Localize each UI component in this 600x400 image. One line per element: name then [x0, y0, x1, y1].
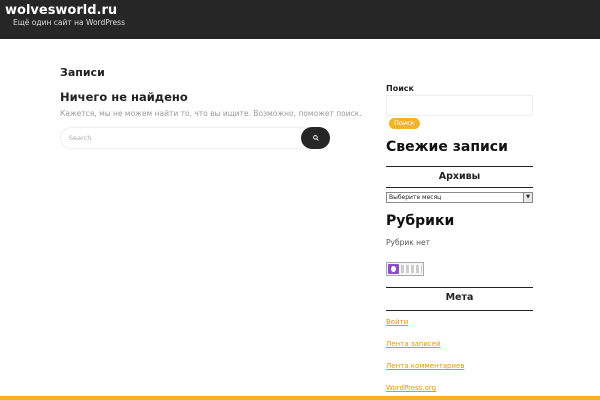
sidebar-search-label: Поиск [386, 84, 414, 93]
main-search-form [60, 127, 330, 149]
sidebar-search-button[interactable]: Поиск [389, 118, 420, 129]
not-found-title: Ничего не найдено [60, 90, 188, 104]
sidebar-search-input[interactable] [386, 95, 533, 116]
categories-title: Рубрики [386, 213, 455, 229]
search-icon [312, 135, 319, 141]
meta-link-login[interactable]: Войти [386, 318, 408, 326]
main-search-button[interactable] [301, 127, 330, 149]
archives-title: Архивы [438, 171, 481, 182]
divider [386, 187, 533, 188]
counter-bars [401, 265, 422, 273]
meta-link-wordpress-org[interactable]: WordPress.org [386, 384, 436, 392]
page-title: Записи [60, 66, 105, 79]
meta-link-comments-feed[interactable]: Лента комментариев [386, 362, 465, 370]
meta-title: Мета [445, 292, 474, 303]
divider [386, 166, 533, 167]
counter-logo-icon [388, 264, 399, 274]
meta-link-entries-feed[interactable]: Лента записей [386, 340, 441, 348]
footer-accent-bar [0, 396, 600, 400]
divider [386, 287, 533, 288]
not-found-text: Кажется, мы не можем найти то, что вы ищ… [60, 109, 362, 118]
archives-dropdown[interactable]: Выберите месяц ▼ [386, 192, 533, 203]
categories-empty-text: Рубрик нет [386, 238, 431, 247]
recent-posts-title: Свежие записи [386, 139, 508, 155]
divider [386, 310, 533, 311]
site-header: wolvesworld.ru Ещё один сайт на WordPres… [0, 0, 600, 39]
site-description: Ещё один сайт на WordPress [13, 18, 125, 27]
archives-dropdown-value: Выберите месяц [389, 194, 442, 201]
site-title[interactable]: wolvesworld.ru [5, 3, 117, 18]
main-search-input[interactable] [67, 131, 301, 145]
chevron-down-icon: ▼ [523, 193, 532, 202]
counter-badge[interactable] [386, 262, 424, 276]
